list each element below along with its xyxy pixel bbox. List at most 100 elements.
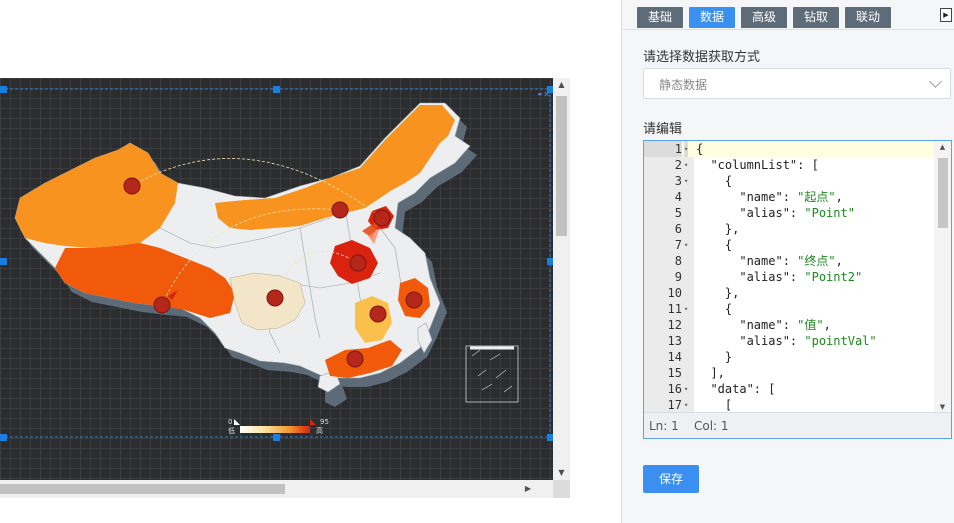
line-code: "alias": "Point" [696, 206, 855, 220]
save-button[interactable]: 保存 [643, 465, 699, 493]
legend-max-label: 95 [320, 418, 329, 426]
canvas-horizontal-scrollbar[interactable]: ▶ [0, 480, 553, 498]
tab-basic[interactable]: 基础 [637, 7, 683, 28]
line-code: } [696, 350, 733, 364]
data-source-select[interactable]: 静态数据 [643, 68, 951, 99]
editor-line[interactable]: 14 } [644, 349, 936, 365]
line-number: 17 [667, 398, 682, 412]
editor-lines[interactable]: 1 ▾{2 ▾ "columnList": [3 ▾ {4 "name": "起点",… [644, 141, 936, 413]
tab-linkage[interactable]: 联动 [845, 7, 891, 28]
china-map-chart[interactable]: 0 95 低 高 [0, 78, 553, 480]
scroll-up-icon[interactable]: ▲ [553, 78, 570, 92]
editor-line[interactable]: 2 ▾ "columnList": [ [644, 157, 936, 173]
editor-line[interactable]: 7 ▾ { [644, 237, 936, 253]
legend-max-sublabel: 高 [316, 426, 323, 435]
scroll-thumb[interactable] [0, 484, 285, 494]
fold-toggle-icon[interactable]: ▾ [684, 141, 689, 157]
legend-min-sublabel: 低 [228, 426, 235, 435]
scroll-down-icon[interactable]: ▼ [934, 403, 951, 411]
tab-data[interactable]: 数据 [689, 7, 735, 28]
fold-toggle-icon[interactable]: ▾ [684, 381, 688, 397]
line-code: "name": "值", [696, 318, 831, 332]
line-code: [ [696, 398, 733, 412]
fold-toggle-icon[interactable]: ▾ [684, 157, 688, 173]
design-canvas[interactable]: 0 95 低 高 ⚭✕ ▲ ▼ ▶ [0, 78, 570, 498]
editor-line[interactable]: 1 ▾ { [644, 141, 936, 157]
editor-line[interactable]: 4 "name": "起点", [644, 189, 936, 205]
scroll-corner [553, 480, 570, 498]
marker-point[interactable] [373, 209, 391, 227]
fold-toggle-icon[interactable]: ▾ [684, 237, 688, 253]
tab-drilldown[interactable]: 钻取 [793, 7, 839, 28]
data-source-value: 静态数据 [659, 78, 708, 92]
line-number: 13 [667, 334, 682, 348]
data-source-label: 请选择数据获取方式 [643, 50, 761, 65]
line-code: { [696, 174, 733, 188]
marker-point[interactable] [331, 201, 349, 219]
editor-line[interactable]: 12 "name": "值", [644, 317, 936, 333]
resize-handle-top[interactable] [273, 86, 280, 93]
line-number: 3 [674, 174, 682, 188]
scroll-thumb[interactable] [938, 158, 948, 228]
resize-handle-top-left[interactable] [0, 86, 7, 93]
editor-line[interactable]: 16 ▾ "data": [ [644, 381, 936, 397]
marker-point[interactable] [349, 254, 367, 272]
editor-line[interactable]: 17 ▾ [ [644, 397, 936, 413]
panel-tabs: 基础 数据 高级 钻取 联动 [637, 7, 891, 29]
collapse-panel-icon[interactable]: ▶ [940, 8, 952, 22]
line-number: 14 [667, 350, 682, 364]
legend-min-handle[interactable] [234, 419, 240, 425]
editor-line[interactable]: 13 "alias": "pointVal" [644, 333, 936, 349]
editor-label: 请编辑 [643, 122, 683, 137]
line-number: 16 [667, 382, 682, 396]
marker-point[interactable] [369, 305, 387, 323]
editor-line[interactable]: 5 "alias": "Point" [644, 205, 936, 221]
tab-divider [622, 29, 954, 30]
editor-line[interactable]: 15 ], [644, 365, 936, 381]
scroll-right-icon[interactable]: ▶ [525, 480, 531, 498]
canvas-vertical-scrollbar[interactable]: ▲ ▼ [553, 78, 570, 480]
fold-toggle-icon[interactable]: ▾ [684, 173, 688, 189]
line-number: 8 [674, 254, 682, 268]
visual-map-legend[interactable]: 0 95 低 高 [228, 418, 329, 435]
line-number: 6 [674, 222, 682, 236]
json-code-editor[interactable]: 1 ▾{2 ▾ "columnList": [3 ▾ {4 "name": "起点",… [643, 140, 952, 439]
scroll-down-icon[interactable]: ▼ [553, 466, 570, 480]
link-icon[interactable]: ⚭✕ [537, 90, 550, 99]
legend-max-handle[interactable] [310, 419, 316, 425]
line-code: "name": "起点", [696, 190, 843, 204]
resize-handle-bottom[interactable] [273, 434, 280, 441]
line-number: 11 [667, 302, 682, 316]
line-number: 4 [674, 190, 682, 204]
marker-point[interactable] [346, 350, 364, 368]
editor-line[interactable]: 8 "name": "终点", [644, 253, 936, 269]
line-number: 15 [667, 366, 682, 380]
app-root: 0 95 低 高 ⚭✕ ▲ ▼ ▶ 基础 数据 高级 钻取 联动 ▶ 请选择数据… [0, 0, 954, 523]
editor-line[interactable]: 10 }, [644, 285, 936, 301]
marker-point[interactable] [123, 177, 141, 195]
resize-handle-bottom-left[interactable] [0, 434, 7, 441]
status-line: Ln: 1 [649, 419, 679, 433]
marker-point[interactable] [266, 289, 284, 307]
scroll-up-icon[interactable]: ▲ [934, 143, 951, 151]
editor-line[interactable]: 6 }, [644, 221, 936, 237]
resize-handle-left[interactable] [0, 258, 7, 265]
line-code: { [696, 302, 733, 316]
scroll-thumb[interactable] [556, 96, 567, 236]
editor-status-bar: Ln: 1 Col: 1 [644, 412, 951, 438]
legend-min-label: 0 [228, 418, 232, 426]
map-region-xinjiang[interactable] [15, 143, 178, 248]
fold-toggle-icon[interactable]: ▾ [684, 397, 688, 413]
tab-advanced[interactable]: 高级 [741, 7, 787, 28]
line-code: { [696, 142, 704, 156]
marker-point[interactable] [405, 291, 423, 309]
editor-line[interactable]: 3 ▾ { [644, 173, 936, 189]
editor-vertical-scrollbar[interactable]: ▲ ▼ [934, 141, 951, 413]
marker-point[interactable] [153, 296, 171, 314]
fold-toggle-icon[interactable]: ▾ [684, 301, 688, 317]
editor-line[interactable]: 9 "alias": "Point2" [644, 269, 936, 285]
line-number: 12 [667, 318, 682, 332]
south-sea-inset [465, 345, 519, 403]
line-number: 7 [674, 238, 682, 252]
editor-line[interactable]: 11 ▾ { [644, 301, 936, 317]
